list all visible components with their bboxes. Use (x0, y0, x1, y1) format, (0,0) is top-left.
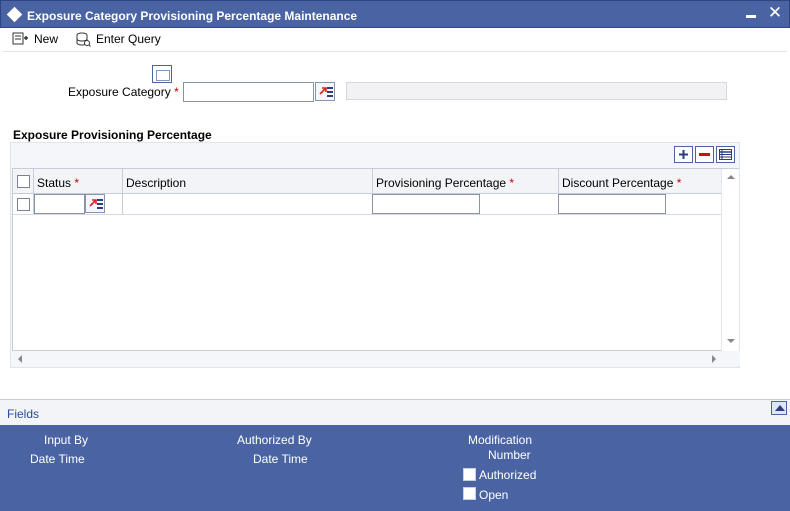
status-input[interactable] (34, 194, 85, 214)
status-lov-button[interactable] (85, 194, 105, 213)
required-marker: * (174, 85, 179, 99)
section-title: Exposure Provisioning Percentage (13, 128, 212, 142)
horizontal-scrollbar[interactable] (13, 351, 740, 366)
vertical-scrollbar[interactable] (721, 169, 739, 351)
exposure-category-input[interactable] (183, 82, 314, 102)
single-view-icon (719, 149, 732, 160)
required-marker: * (74, 176, 80, 190)
authorized-checkbox[interactable] (463, 468, 476, 481)
column-header-status: Status * (37, 176, 79, 190)
enter-query-label: Enter Query (96, 32, 161, 46)
scroll-left-icon[interactable] (18, 355, 22, 363)
status-header-label: Status (37, 176, 72, 190)
authorized-label: Authorized (479, 468, 537, 482)
minimize-icon[interactable] (746, 15, 756, 18)
authorized-by-label: Authorized By (237, 433, 312, 447)
fields-bar: Fields (0, 399, 790, 425)
required-marker: * (676, 176, 682, 190)
column-header-provisioning-percentage: Provisioning Percentage * (376, 176, 514, 190)
window-title: Exposure Category Provisioning Percentag… (27, 9, 358, 23)
exposure-category-lov-button[interactable] (315, 82, 335, 101)
description-header-label: Description (126, 176, 187, 190)
scroll-right-icon[interactable] (712, 355, 716, 363)
auth-date-time-label: Date Time (253, 452, 308, 466)
column-divider (122, 169, 123, 215)
close-icon[interactable]: ✕ (767, 4, 783, 22)
input-date-time-label: Date Time (30, 452, 85, 466)
new-label: New (34, 32, 59, 46)
lov-icon (89, 199, 97, 207)
select-all-checkbox[interactable] (17, 175, 30, 188)
required-marker: * (509, 176, 515, 190)
window-title-bar: Exposure Category Provisioning Percentag… (0, 0, 790, 28)
lov-lines-icon (97, 199, 103, 209)
discount-header-label: Discount Percentage (562, 176, 674, 190)
single-view-button[interactable] (716, 146, 735, 163)
add-row-button[interactable] (674, 146, 693, 163)
modification-label: Modification (468, 433, 533, 447)
calendar-icon[interactable] (152, 65, 172, 83)
provisioning-percentage-input[interactable] (372, 194, 480, 214)
row-select-checkbox[interactable] (17, 198, 30, 211)
exposure-category-label-text: Exposure Category (68, 85, 171, 99)
enter-query-icon (76, 32, 91, 47)
scroll-down-icon[interactable] (727, 339, 735, 343)
exposure-category-description (346, 82, 727, 100)
column-header-description: Description (126, 176, 186, 190)
open-label: Open (479, 488, 509, 502)
row-divider (13, 214, 721, 215)
add-row-icon (679, 150, 688, 159)
open-checkbox[interactable] (463, 487, 476, 500)
new-button[interactable]: New (12, 30, 58, 48)
provisioning-header-label: Provisioning Percentage (376, 176, 507, 190)
column-header-discount-percentage: Discount Percentage * (562, 176, 681, 190)
discount-percentage-input[interactable] (558, 194, 666, 214)
fields-link[interactable]: Fields (7, 407, 39, 421)
enter-query-button[interactable]: Enter Query (75, 30, 161, 48)
exposure-category-label: Exposure Category * (68, 85, 179, 99)
provisioning-grid: Status * Description Provisioning Percen… (12, 168, 740, 366)
toolbar: New Enter Query (0, 28, 790, 52)
lov-icon (319, 87, 327, 95)
input-by-label: Input By (44, 433, 89, 447)
audit-panel: Input By Date Time Authorized By Date Ti… (0, 425, 790, 511)
lov-lines-icon (327, 87, 333, 97)
toolbar-divider (3, 51, 787, 52)
delete-row-button[interactable] (695, 146, 714, 163)
diamond-icon (6, 6, 23, 23)
expand-up-icon[interactable] (771, 401, 787, 415)
scroll-up-icon[interactable] (727, 175, 735, 179)
new-icon (12, 32, 28, 45)
delete-row-icon (699, 153, 710, 156)
number-label: Number (488, 448, 531, 462)
